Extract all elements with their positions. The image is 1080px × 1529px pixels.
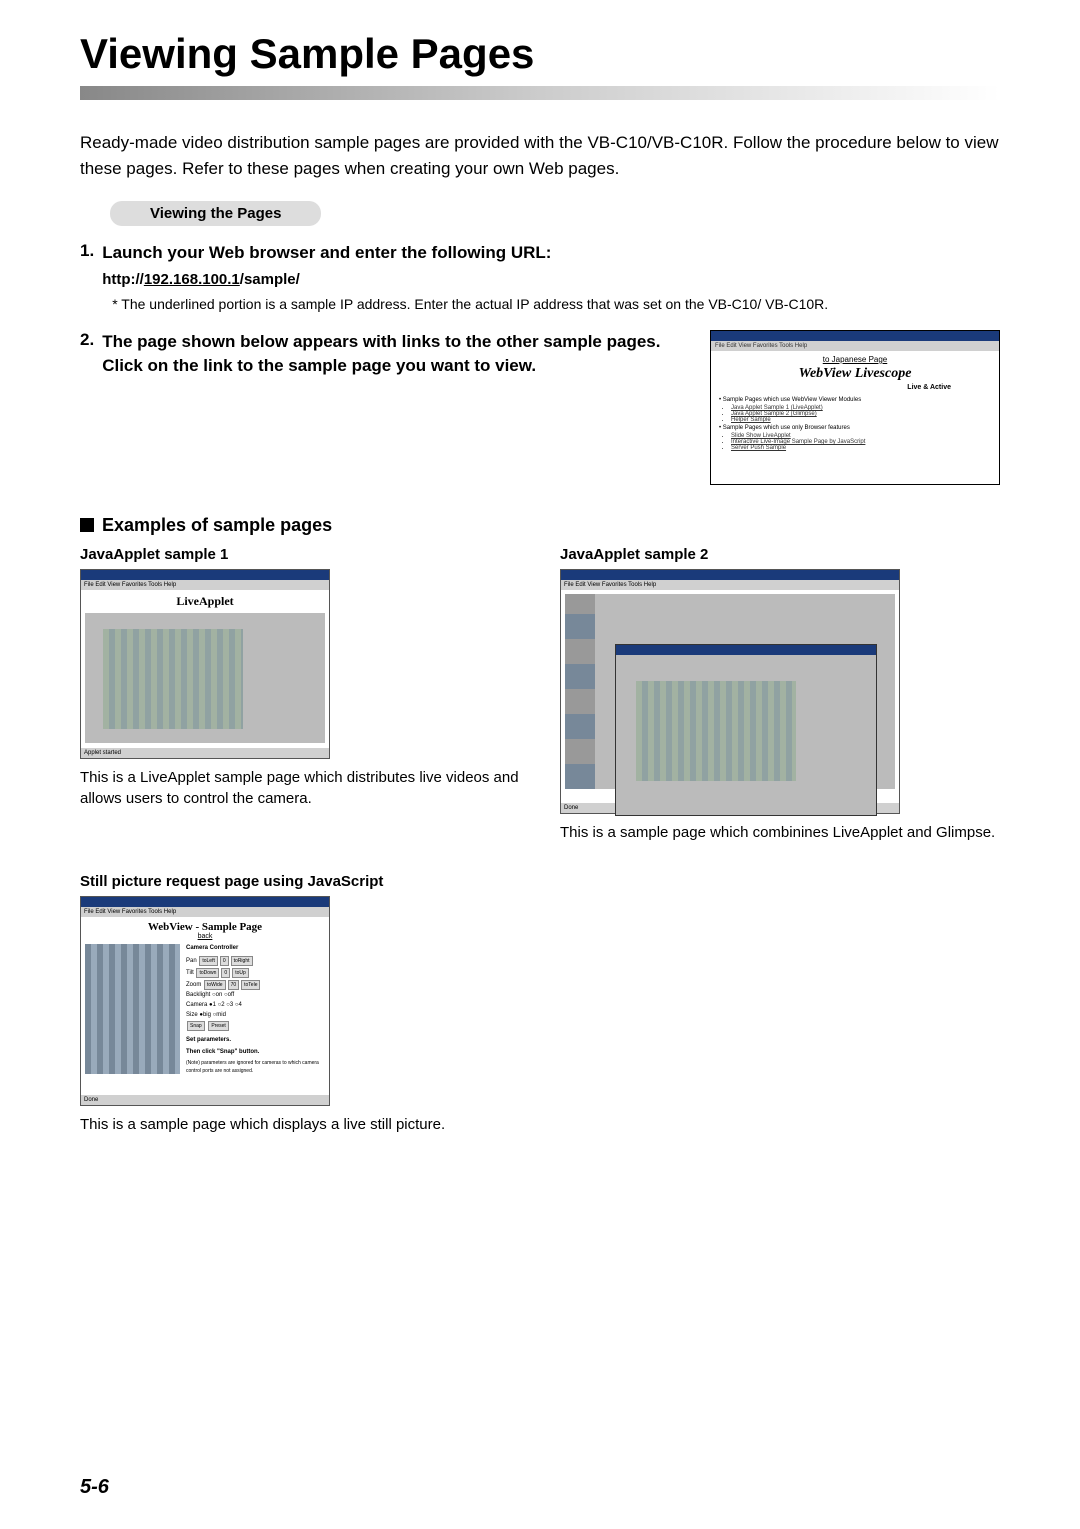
sample3-menubar: File Edit View Favorites Tools Help <box>81 907 329 917</box>
intro-paragraph: Ready-made video distribution sample pag… <box>80 130 1000 181</box>
sample3-screenshot: File Edit View Favorites Tools Help WebV… <box>80 896 330 1106</box>
url-prefix: http:// <box>102 271 144 288</box>
subheading-pill: Viewing the Pages <box>110 201 321 226</box>
webview-logo: WebView Livescope <box>719 366 991 382</box>
step-1: 1. Launch your Web browser and enter the… <box>80 241 1000 315</box>
sample2-video-area <box>636 681 796 781</box>
step-2-number: 2. <box>80 330 94 485</box>
step-2: 2. The page shown below appears with lin… <box>80 330 1000 485</box>
sample1-video-area <box>103 629 243 729</box>
browser-menu-bar: File Edit View Favorites Tools Help <box>711 341 999 351</box>
browser-screenshot-main: File Edit View Favorites Tools Help to J… <box>710 330 1000 485</box>
link-item: Helper Sample <box>731 417 991 423</box>
sample2-popup-title <box>616 645 876 655</box>
sample2-screenshot: File Edit View Favorites Tools Help Done <box>560 569 900 814</box>
sample2-window-title <box>561 570 899 580</box>
sample1-caption: This is a LiveApplet sample page which d… <box>80 767 520 809</box>
sample2-menubar: File Edit View Favorites Tools Help <box>561 580 899 590</box>
sample2-caption: This is a sample page which combinines L… <box>560 822 1000 843</box>
page-number: 5-6 <box>80 1476 109 1499</box>
webview-logo-sub: Live & Active <box>719 384 991 391</box>
sample2-thumbnails <box>565 594 595 789</box>
step-1-url: http://192.168.100.1/sample/ <box>102 271 1000 288</box>
sample3-back-link: back <box>85 933 325 940</box>
step-1-title: Launch your Web browser and enter the fo… <box>102 241 1000 265</box>
square-bullet-icon <box>80 518 94 532</box>
sample1-title: JavaApplet sample 1 <box>80 546 520 563</box>
step-1-number: 1. <box>80 241 94 315</box>
sample3-still-image <box>85 944 180 1074</box>
title-divider <box>80 86 1000 100</box>
sample3-controls: Camera Controller Pan toLeft0toRight Til… <box>186 944 325 1076</box>
browser-title-bar <box>711 331 999 341</box>
sample3-caption: This is a sample page which displays a l… <box>80 1114 1000 1135</box>
step-2-title: The page shown below appears with links … <box>102 330 690 378</box>
sample1-screenshot: File Edit View Favorites Tools Help Live… <box>80 569 330 759</box>
examples-heading: Examples of sample pages <box>80 515 1000 536</box>
instr2: Then click "Snap" button. <box>186 1048 325 1058</box>
link-group-2-title: • Sample Pages which use only Browser fe… <box>719 425 991 431</box>
step-1-note: * The underlined portion is a sample IP … <box>112 294 1000 315</box>
sample1-menubar: File Edit View Favorites Tools Help <box>81 580 329 590</box>
sample1-window-title <box>81 570 329 580</box>
sample1-heading: LiveApplet <box>85 594 325 609</box>
jp-link: to Japanese Page <box>719 355 991 364</box>
url-suffix: /sample/ <box>240 271 300 288</box>
sample3-note: (Note) parameters are ignored for camera… <box>186 1059 325 1075</box>
examples-heading-text: Examples of sample pages <box>102 515 332 536</box>
sample2-title: JavaApplet sample 2 <box>560 546 1000 563</box>
instr1: Set parameters. <box>186 1036 325 1046</box>
sample3-window-title <box>81 897 329 907</box>
sample3-title: Still picture request page using JavaScr… <box>80 873 1000 890</box>
sample3-heading: WebView - Sample Page <box>85 921 325 933</box>
browser-content: to Japanese Page WebView Livescope Live … <box>711 351 999 484</box>
url-ip: 192.168.100.1 <box>144 271 240 288</box>
page-title: Viewing Sample Pages <box>80 30 1000 78</box>
controls-title: Camera Controller <box>186 944 325 954</box>
sample2-popup <box>615 644 877 816</box>
sample3-status: Done <box>81 1095 329 1105</box>
link-item: Server Push Sample <box>731 445 991 451</box>
sample1-status: Applet started <box>81 748 329 758</box>
link-group-1-title: • Sample Pages which use WebView Viewer … <box>719 397 991 403</box>
